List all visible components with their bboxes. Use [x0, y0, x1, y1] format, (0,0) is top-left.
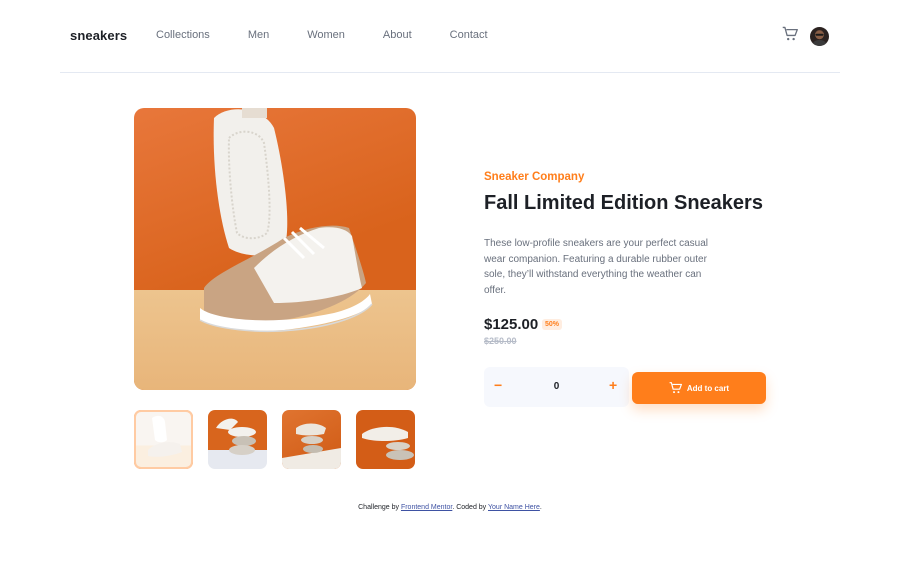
- product-description: These low-profile sneakers are your perf…: [484, 238, 708, 296]
- nav-collections[interactable]: Collections: [156, 29, 210, 41]
- attribution-suffix: .: [539, 504, 542, 511]
- thumbnail-4[interactable]: [356, 410, 415, 469]
- nav-about[interactable]: About: [383, 29, 412, 41]
- cart-icon: [669, 382, 682, 394]
- sneaker-illustration: [199, 108, 373, 333]
- nav-women[interactable]: Women: [307, 29, 345, 41]
- main-nav: Collections Men Women About Contact: [156, 29, 526, 41]
- logo[interactable]: sneakers: [70, 28, 127, 43]
- increase-button[interactable]: +: [609, 377, 617, 393]
- quantity-stepper: − 0 +: [484, 367, 629, 407]
- add-to-cart-label: Add to cart: [686, 383, 730, 393]
- thumbnail-1[interactable]: [134, 410, 193, 469]
- attribution: Challenge by Frontend Mentor. Coded by Y…: [0, 504, 900, 511]
- quantity-value: 0: [553, 381, 560, 392]
- author-link[interactable]: Your Name Here: [488, 504, 540, 511]
- attribution-middle: . Coded by: [452, 504, 487, 511]
- cart-icon[interactable]: [782, 26, 798, 42]
- product-main-image[interactable]: [134, 108, 416, 390]
- nav-contact[interactable]: Contact: [450, 29, 488, 41]
- product-title: Fall Limited Edition Sneakers: [484, 192, 763, 214]
- thumbnail-strip: [134, 410, 430, 469]
- thumbnail-3[interactable]: [282, 410, 341, 469]
- add-to-cart-button[interactable]: Add to cart: [632, 372, 766, 404]
- current-price: $125.00: [484, 316, 539, 333]
- nav-men[interactable]: Men: [248, 29, 269, 41]
- brand-name: Sneaker Company: [484, 171, 585, 183]
- original-price: $250.00: [484, 336, 517, 346]
- avatar[interactable]: [810, 27, 829, 46]
- discount-badge: 50%: [542, 319, 563, 330]
- frontend-mentor-link[interactable]: Frontend Mentor: [401, 504, 452, 511]
- thumbnail-2[interactable]: [208, 410, 267, 469]
- attribution-prefix: Challenge by: [358, 504, 399, 511]
- site-header: sneakers Collections Men Women About Con…: [60, 0, 840, 73]
